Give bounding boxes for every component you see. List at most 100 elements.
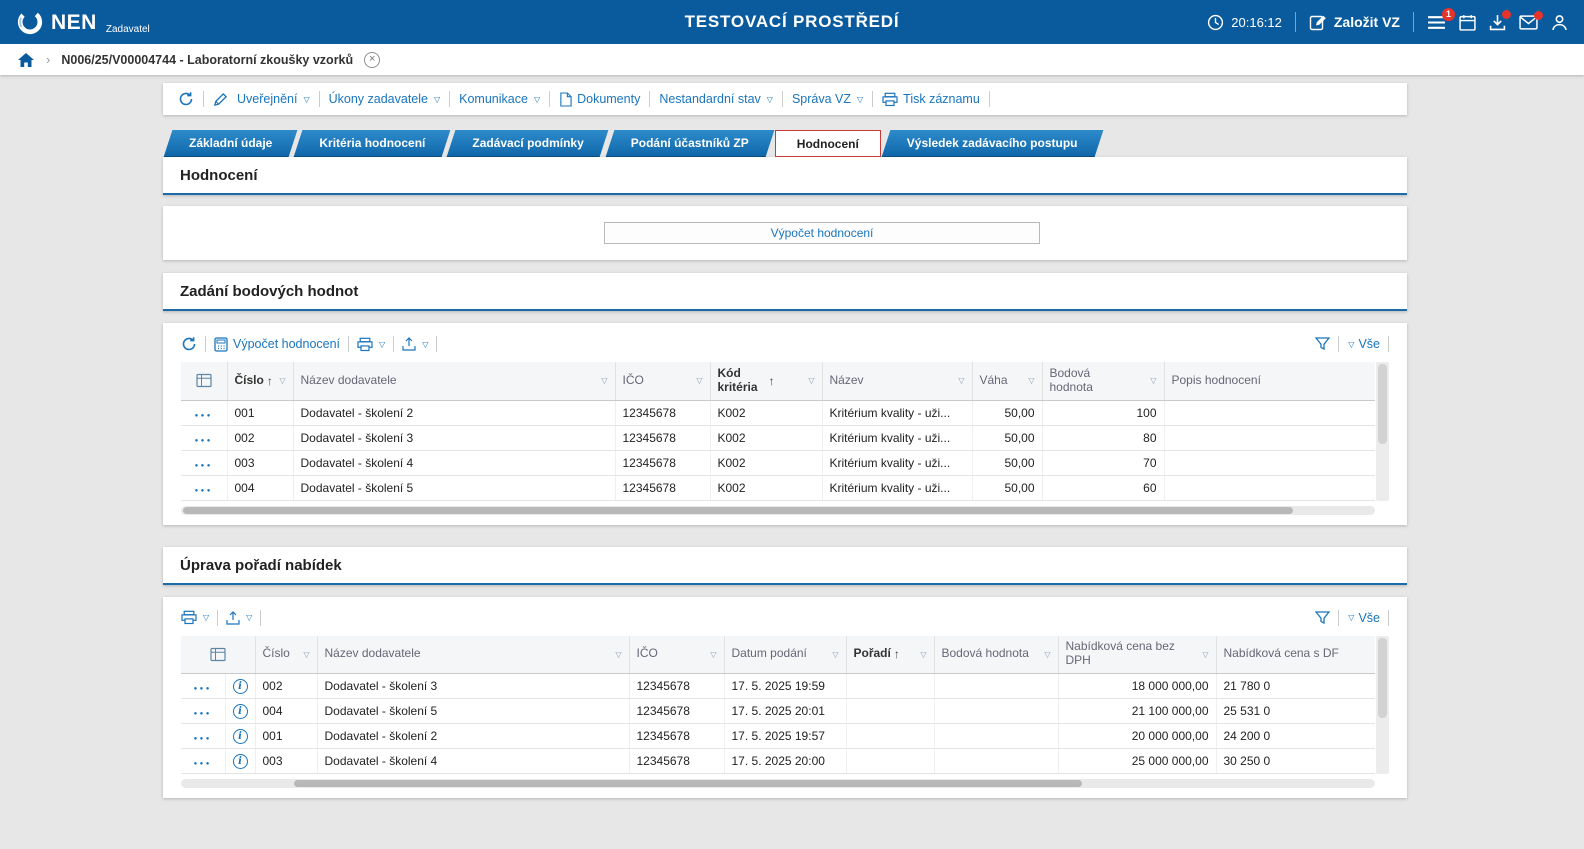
tab-zakladni-udaje[interactable]: Základní údaje [168,130,293,157]
filter-icon[interactable]: ▽ [1044,650,1050,659]
filter-icon[interactable]: ▽ [920,650,926,659]
filter-icon[interactable]: ▽ [808,376,814,385]
tab-hodnoceni[interactable]: Hodnocení [774,130,881,157]
filter-icon[interactable]: ▽ [1150,376,1156,385]
row-actions-icon[interactable]: ●●● [195,438,213,444]
export-button[interactable]: ▽ [402,337,428,351]
col-ico[interactable]: IČO ▽ [629,635,725,674]
brand[interactable]: NEN Zadavatel [16,8,150,36]
row-actions-icon[interactable]: ●●● [195,413,213,419]
export-button[interactable]: ▽ [226,610,252,625]
row-actions-icon[interactable]: ●●● [195,463,213,469]
filter-icon[interactable]: ▽ [615,650,621,659]
print-button[interactable]: ▽ [181,610,209,625]
filter-vse[interactable]: ▽ Vše [1347,337,1380,351]
vypocet-hodnoceni-button[interactable]: Výpočet hodnocení [604,222,1040,244]
col-datum-podani[interactable]: Datum podání ▽ [724,635,847,674]
row-actions-icon[interactable]: ●●● [194,761,212,767]
tab-vysledek-postupu[interactable]: Výsledek zadávacího postupu [886,130,1099,157]
column-chooser-icon[interactable] [188,647,248,662]
col-popis-hodnoceni[interactable]: Popis hodnocení [1164,362,1375,401]
row-actions-icon[interactable]: ●●● [194,736,212,742]
filter-icon[interactable]: ▽ [1202,650,1208,659]
row-actions-icon[interactable]: ●●● [195,488,213,494]
menu-sprava-vz[interactable]: Správa VZ ▽ [792,92,863,106]
cell-cislo: 004 [255,698,318,724]
col-cena-bez-dph[interactable]: Nabídková cena bez DPH ▽ [1058,635,1217,674]
refresh-button[interactable] [181,336,197,352]
tab-zadavaci-podminky[interactable]: Zadávací podmínky [451,130,604,157]
cell-poradi[interactable] [846,673,935,699]
breadcrumb-close-button[interactable]: × [364,51,381,68]
vertical-scrollbar[interactable] [1376,362,1389,501]
filter-icon[interactable]: ▽ [696,376,702,385]
calendar-button[interactable] [1459,14,1476,31]
filter-icon[interactable]: ▽ [710,650,716,659]
menu-dokumenty[interactable]: Dokumenty [559,91,640,107]
row-actions-icon[interactable]: ●●● [194,686,212,692]
col-kod-kriteria[interactable]: Kód kritéria ↑ ▽ [710,362,823,401]
col-nazev[interactable]: Název ▽ [822,362,973,401]
messages-button[interactable] [1519,10,1543,30]
row-actions-icon[interactable]: ●●● [194,711,212,717]
menu-ukony-zadavatele[interactable]: Úkony zadavatele ▽ [329,92,441,106]
column-chooser-icon[interactable] [188,373,220,388]
col-cislo[interactable]: Číslo ▽ [255,635,318,674]
downloads-button[interactable] [1489,9,1511,31]
scrollbar-thumb[interactable] [1378,637,1387,718]
home-button[interactable] [17,52,35,68]
info-icon[interactable]: i [232,754,248,769]
cell-poradi[interactable] [846,723,935,749]
col-ico[interactable]: IČO ▽ [615,362,711,401]
refresh-button[interactable] [178,91,194,107]
tab-kriteria-hodnoceni[interactable]: Kritéria hodnocení [298,130,446,157]
menu-uverejneni[interactable]: Uveřejnění ▽ [237,92,310,106]
edit-mode-button[interactable] [213,92,228,107]
col-vaha[interactable]: Váha ▽ [972,362,1043,401]
cell-bodova-hodnota[interactable]: 70 [1042,450,1165,476]
col-nazev-dodavatele[interactable]: Název dodavatele ▽ [317,635,630,674]
breadcrumb-item[interactable]: N006/25/V00004744 - Laboratorní zkoušky … [61,53,353,67]
filter-button[interactable] [1315,337,1331,351]
cell-vaha: 50,00 [972,400,1043,426]
scrollbar-thumb[interactable] [294,780,1083,787]
tab-podani-ucastniku[interactable]: Podání účastníků ZP [610,130,770,157]
info-icon[interactable]: i [232,679,248,694]
horizontal-scrollbar[interactable] [181,779,1375,788]
filter-icon[interactable]: ▽ [601,376,607,385]
filter-icon[interactable]: ▽ [1028,376,1034,385]
info-icon[interactable]: i [232,704,248,719]
menu-nestandardni-stav[interactable]: Nestandardní stav ▽ [659,92,773,106]
col-cena-s-dph[interactable]: Nabídková cena s DF [1216,635,1375,674]
info-icon[interactable]: i [232,729,248,744]
cell-bodova-hodnota[interactable]: 60 [1042,475,1165,501]
col-bodova-hodnota[interactable]: Bodová hodnota ▽ [1042,362,1165,401]
filter-button[interactable] [1315,610,1331,625]
cell-bodova-hodnota[interactable]: 80 [1042,425,1165,451]
horizontal-scrollbar[interactable] [181,505,1375,515]
create-vz-button[interactable]: Založit VZ [1309,13,1400,31]
col-nazev-dodavatele[interactable]: Název dodavatele ▽ [293,362,616,401]
profile-button[interactable] [1551,14,1568,31]
filter-icon[interactable]: ▽ [303,650,309,659]
chevron-down-icon: ▽ [766,94,773,104]
col-poradi[interactable]: Pořadí ↑ ▽ [846,635,935,674]
col-cislo[interactable]: Číslo ↑ ▽ [227,362,294,401]
cell-bodova-hodnota[interactable]: 100 [1042,400,1165,426]
menu-button[interactable]: 1 [1427,7,1455,30]
cell-poradi[interactable] [846,698,935,724]
menu-komunikace[interactable]: Komunikace ▽ [459,92,540,106]
filter-icon[interactable]: ▽ [958,376,964,385]
vypocet-hodnoceni-link[interactable]: Výpočet hodnocení [214,336,340,352]
scrollbar-thumb[interactable] [1378,364,1387,445]
menu-label: Tisk záznamu [903,92,980,106]
cell-poradi[interactable] [846,748,935,774]
filter-icon[interactable]: ▽ [279,376,285,385]
print-button[interactable]: ▽ [357,337,385,352]
menu-tisk-zaznamu[interactable]: Tisk záznamu [882,92,980,107]
filter-vse[interactable]: ▽ Vše [1347,611,1380,625]
scrollbar-thumb[interactable] [183,506,1294,514]
vertical-scrollbar[interactable] [1376,635,1389,774]
col-bodova-hodnota[interactable]: Bodová hodnota ▽ [934,635,1059,674]
filter-icon[interactable]: ▽ [832,650,838,659]
